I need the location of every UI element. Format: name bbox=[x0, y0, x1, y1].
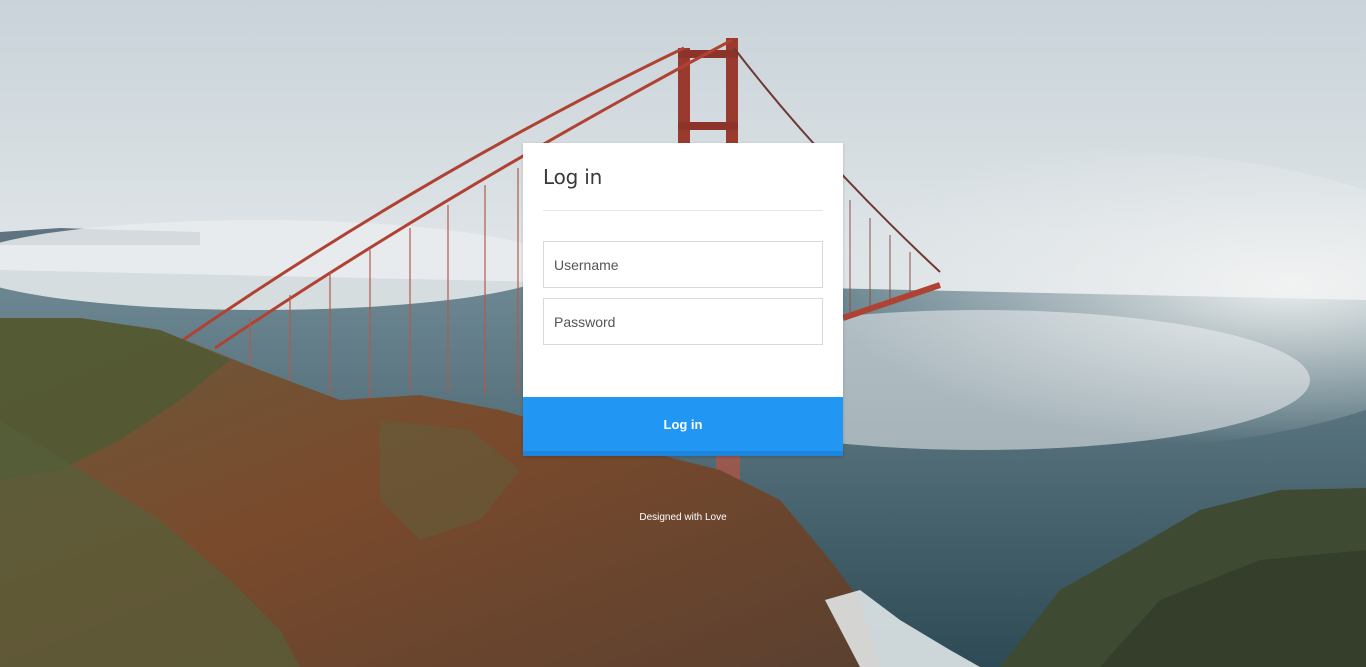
title-divider bbox=[543, 210, 823, 211]
footer-credit: Designed with Love bbox=[639, 512, 727, 523]
login-card: Log in Log in bbox=[523, 143, 843, 456]
login-button[interactable]: Log in bbox=[523, 397, 843, 456]
password-input[interactable] bbox=[543, 298, 823, 345]
username-input[interactable] bbox=[543, 241, 823, 288]
login-title: Log in bbox=[543, 165, 603, 189]
